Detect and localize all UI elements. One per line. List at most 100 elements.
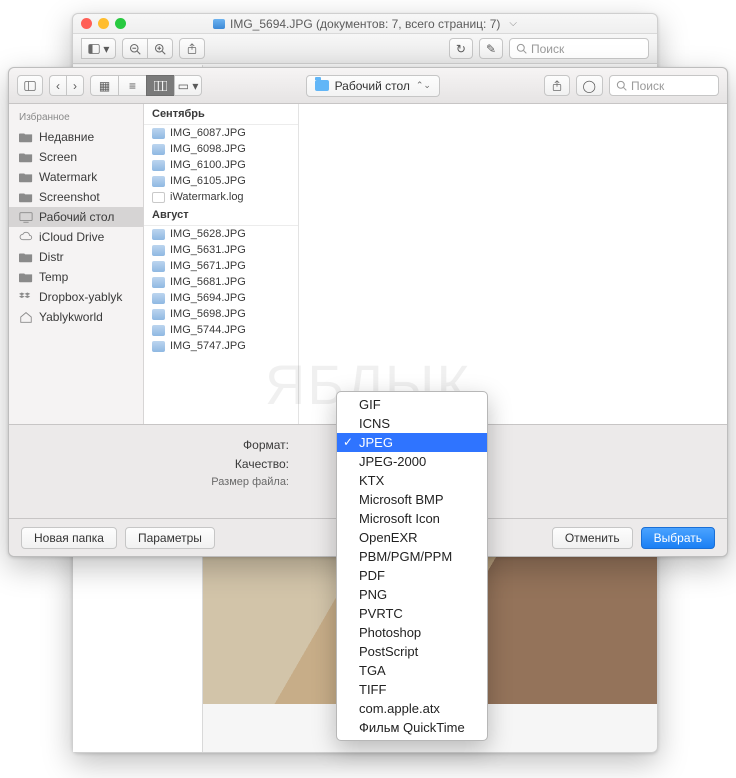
- cloud-icon: [19, 231, 33, 243]
- zoom-seg: [122, 38, 173, 59]
- format-option-com-apple-atx[interactable]: com.apple.atx: [337, 699, 487, 718]
- file-row[interactable]: IMG_5671.JPG: [144, 258, 298, 274]
- chevron-updown-icon: ⌃⌄: [416, 80, 431, 91]
- format-option-microsoft-icon[interactable]: Microsoft Icon: [337, 509, 487, 528]
- format-option-ktx[interactable]: KTX: [337, 471, 487, 490]
- format-option-label: PDF: [359, 568, 385, 583]
- sidebar-item-yablykworld[interactable]: Yablykworld: [9, 307, 143, 327]
- search-icon: [616, 80, 627, 91]
- format-option-pdf[interactable]: PDF: [337, 566, 487, 585]
- file-icon: [213, 19, 225, 29]
- sidebar-item-label: Недавние: [39, 130, 94, 144]
- format-option-pvrtc[interactable]: PVRTC: [337, 604, 487, 623]
- file-icon: [152, 245, 165, 256]
- folder-icon: [19, 191, 33, 203]
- preview-search[interactable]: Поиск: [509, 38, 649, 59]
- file-row[interactable]: IMG_5694.JPG: [144, 290, 298, 306]
- rotate-button[interactable]: ↻: [449, 38, 473, 59]
- markup-button[interactable]: ✎: [479, 38, 503, 59]
- file-name: IMG_5628.JPG: [170, 228, 246, 240]
- breadcrumb-label: Рабочий стол: [335, 79, 410, 93]
- column-preview-pane: [299, 104, 727, 424]
- view-icon-button[interactable]: ▦: [90, 75, 118, 96]
- file-icon: [152, 277, 165, 288]
- file-row[interactable]: IMG_6100.JPG: [144, 157, 298, 173]
- back-button[interactable]: ‹: [49, 75, 66, 96]
- format-option-png[interactable]: PNG: [337, 585, 487, 604]
- forward-button[interactable]: ›: [66, 75, 84, 96]
- file-row[interactable]: iWatermark.log: [144, 189, 298, 205]
- file-name: IMG_5631.JPG: [170, 244, 246, 256]
- file-row[interactable]: IMG_5744.JPG: [144, 322, 298, 338]
- format-option-jpeg[interactable]: ✓JPEG: [337, 433, 487, 452]
- file-name: IMG_5744.JPG: [170, 324, 246, 336]
- format-option-microsoft-bmp[interactable]: Microsoft BMP: [337, 490, 487, 509]
- file-row[interactable]: IMG_5681.JPG: [144, 274, 298, 290]
- zoom-out-button[interactable]: [122, 38, 147, 59]
- file-row[interactable]: IMG_6105.JPG: [144, 173, 298, 189]
- new-folder-button[interactable]: Новая папка: [21, 527, 117, 549]
- preview-toolbar: ▾ ↻ ✎ Поиск: [73, 34, 657, 64]
- file-name: IMG_5747.JPG: [170, 340, 246, 352]
- save-panel-search[interactable]: Поиск: [609, 75, 719, 96]
- file-row[interactable]: IMG_5747.JPG: [144, 338, 298, 354]
- sidebar-item-недавние[interactable]: Недавние: [9, 127, 143, 147]
- search-placeholder: Поиск: [631, 79, 664, 93]
- sidebar-item-label: Watermark: [39, 170, 97, 184]
- breadcrumb-dropdown[interactable]: Рабочий стол ⌃⌄: [306, 75, 440, 97]
- file-row[interactable]: IMG_5628.JPG: [144, 226, 298, 242]
- sidebar-toggle-seg: ▾: [81, 38, 116, 59]
- file-row[interactable]: IMG_5631.JPG: [144, 242, 298, 258]
- format-option-label: Microsoft Icon: [359, 511, 440, 526]
- preview-titlebar: IMG_5694.JPG (документов: 7, всего стран…: [73, 14, 657, 34]
- share-button[interactable]: [544, 75, 570, 96]
- preview-search-placeholder: Поиск: [531, 42, 564, 56]
- sidebar-item-icloud-drive[interactable]: iCloud Drive: [9, 227, 143, 247]
- options-button[interactable]: Параметры: [125, 527, 215, 549]
- sidebar-item-screen[interactable]: Screen: [9, 147, 143, 167]
- window-buttons: [81, 18, 126, 29]
- format-option--quicktime[interactable]: Фильм QuickTime: [337, 718, 487, 737]
- format-option-photoshop[interactable]: Photoshop: [337, 623, 487, 642]
- format-option-tga[interactable]: TGA: [337, 661, 487, 680]
- view-list-button[interactable]: ≡: [118, 75, 146, 96]
- cancel-button[interactable]: Отменить: [552, 527, 633, 549]
- format-option-postscript[interactable]: PostScript: [337, 642, 487, 661]
- desktop-icon: [19, 211, 33, 223]
- sidebar-item-screenshot[interactable]: Screenshot: [9, 187, 143, 207]
- file-row[interactable]: IMG_6087.JPG: [144, 125, 298, 141]
- preview-title-text: IMG_5694.JPG (документов: 7, всего стран…: [230, 17, 500, 31]
- format-option-tiff[interactable]: TIFF: [337, 680, 487, 699]
- format-option-icns[interactable]: ICNS: [337, 414, 487, 433]
- format-dropdown-menu[interactable]: GIFICNS✓JPEGJPEG-2000KTXMicrosoft BMP Mic…: [336, 391, 488, 741]
- format-option-jpeg-2000[interactable]: JPEG-2000: [337, 452, 487, 471]
- chevron-down-icon[interactable]: ⌵: [509, 18, 517, 29]
- tags-button[interactable]: ◯: [576, 75, 603, 96]
- folder-icon: [19, 151, 33, 163]
- folder-icon: [19, 131, 33, 143]
- file-icon: [152, 309, 165, 320]
- sidebar-item-label: Screen: [39, 150, 77, 164]
- share-button[interactable]: [179, 38, 205, 59]
- sidebar-item-temp[interactable]: Temp: [9, 267, 143, 287]
- sidebar-item-distr[interactable]: Distr: [9, 247, 143, 267]
- close-button[interactable]: [81, 18, 92, 29]
- minimize-button[interactable]: [98, 18, 109, 29]
- sidebar-item-watermark[interactable]: Watermark: [9, 167, 143, 187]
- format-option-openexr[interactable]: OpenEXR: [337, 528, 487, 547]
- file-name: IMG_5698.JPG: [170, 308, 246, 320]
- format-option-gif[interactable]: GIF: [337, 395, 487, 414]
- zoom-in-button[interactable]: [147, 38, 173, 59]
- folder-icon: [19, 171, 33, 183]
- view-gallery-button[interactable]: ▭ ▾: [174, 75, 202, 96]
- sidebar-item-dropbox-yablyk[interactable]: Dropbox-yablyk: [9, 287, 143, 307]
- zoom-button[interactable]: [115, 18, 126, 29]
- sidebar-toggle[interactable]: [17, 75, 43, 96]
- file-row[interactable]: IMG_5698.JPG: [144, 306, 298, 322]
- sidebar-toggle-button[interactable]: ▾: [81, 38, 116, 59]
- file-row[interactable]: IMG_6098.JPG: [144, 141, 298, 157]
- sidebar-item-рабочий-стол[interactable]: Рабочий стол: [9, 207, 143, 227]
- format-option-pbm-pgm-ppm[interactable]: PBM/PGM/PPM: [337, 547, 487, 566]
- choose-button[interactable]: Выбрать: [641, 527, 715, 549]
- view-column-button[interactable]: [146, 75, 174, 96]
